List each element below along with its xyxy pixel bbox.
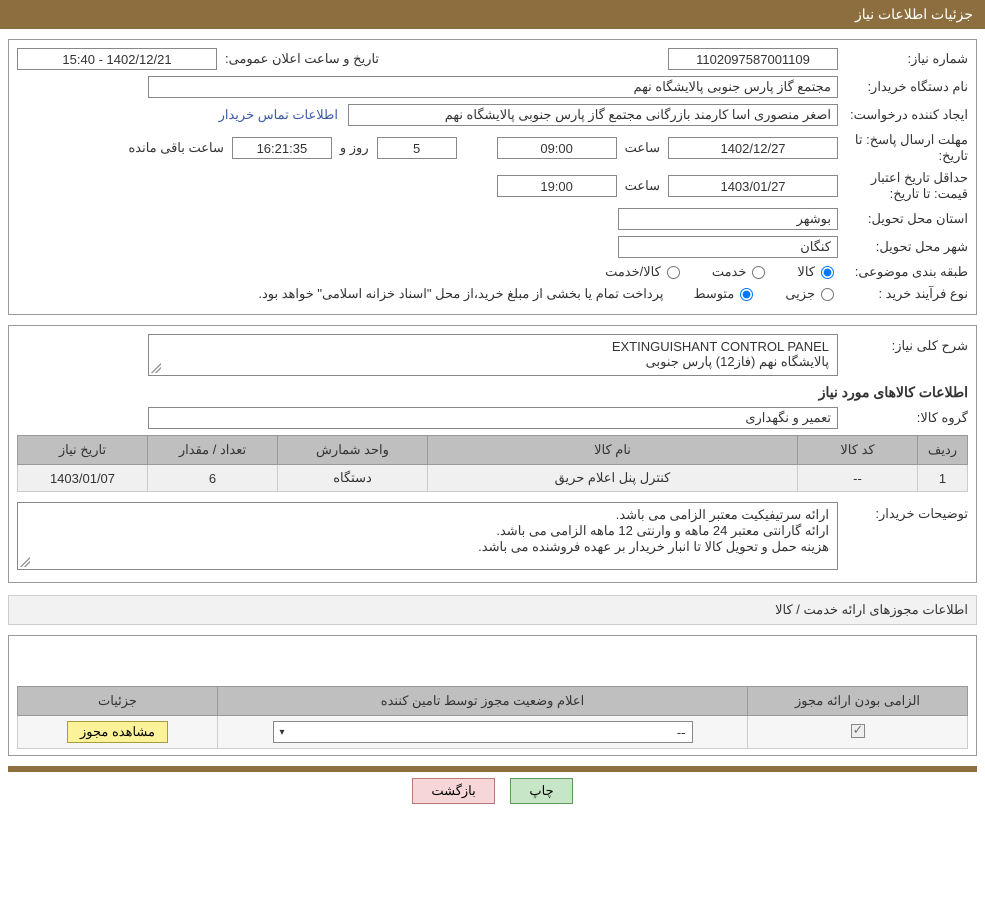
label-city: شهر محل تحویل:: [838, 239, 968, 255]
desc-line2: پالایشگاه نهم (فاز12) پارس جنوبی: [157, 354, 829, 370]
radio-medium[interactable]: [740, 288, 753, 301]
field-general-desc: EXTINGUISHANT CONTROL PANEL پالایشگاه نه…: [148, 334, 838, 376]
cell-qty: 6: [148, 465, 278, 492]
cell-mandatory: [748, 716, 968, 749]
buyer-contact-link[interactable]: اطلاعات تماس خریدار: [219, 107, 338, 123]
category-radios: کالا خدمت کالا/خدمت: [605, 264, 838, 280]
notes-line1: ارائه سرتیفیکیت معتبر الزامی می باشد.: [26, 507, 829, 523]
mandatory-checkbox[interactable]: [851, 724, 865, 738]
th-row: ردیف: [918, 436, 968, 465]
cell-details: مشاهده مجوز: [18, 716, 218, 749]
field-goods-group: تعمیر و نگهداری: [148, 407, 838, 429]
label-buyer-org: نام دستگاه خریدار:: [838, 79, 968, 95]
notes-line2: ارائه گارانتی معتبر 24 ماهه و وارنتی 12 …: [26, 523, 829, 539]
field-buyer-notes: ارائه سرتیفیکیت معتبر الزامی می باشد. ار…: [17, 502, 838, 570]
field-time-left: 16:21:35: [232, 137, 332, 159]
label-category: طبقه بندی موضوعی:: [838, 264, 968, 280]
radio-partial-label: جزیی: [785, 286, 815, 302]
field-city: کنگان: [618, 236, 838, 258]
label-hour-2: ساعت: [625, 178, 660, 194]
radio-medium-label: متوسط: [693, 286, 734, 302]
dropdown-value: --: [677, 725, 686, 740]
label-reply-deadline: مهلت ارسال پاسخ: تا تاریخ:: [838, 132, 968, 164]
cell-name: کنترل پنل اعلام حریق: [428, 465, 798, 492]
label-days-and: روز و: [340, 140, 369, 156]
th-mandatory: الزامی بودن ارائه مجوز: [748, 687, 968, 716]
radio-service-label: خدمت: [712, 264, 747, 280]
field-reply-time: 09:00: [497, 137, 617, 159]
chevron-down-icon: ▾: [280, 727, 285, 738]
th-name: نام کالا: [428, 436, 798, 465]
label-buyer-notes: توضیحات خریدار:: [838, 502, 968, 522]
cell-unit: دستگاه: [278, 465, 428, 492]
cell-need-date: 1403/01/07: [18, 465, 148, 492]
label-remaining: ساعت باقی مانده: [128, 140, 223, 156]
radio-goods-service-label: کالا/خدمت: [605, 264, 661, 280]
cell-code: --: [798, 465, 918, 492]
radio-partial[interactable]: [821, 288, 834, 301]
radio-service[interactable]: [752, 266, 765, 279]
payment-note: پرداخت تمام یا بخشی از مبلغ خرید،از محل …: [258, 286, 663, 302]
label-purchase-type: نوع فرآیند خرید :: [838, 286, 968, 302]
purchase-type-radios: جزیی متوسط: [693, 286, 838, 302]
field-province: بوشهر: [618, 208, 838, 230]
page-header: جزئیات اطلاعات نیاز: [0, 0, 985, 29]
field-reply-date: 1402/12/27: [668, 137, 838, 159]
field-buyer-org: مجتمع گاز پارس جنوبی پالایشگاه نهم: [148, 76, 838, 98]
description-panel: شرح کلی نیاز: EXTINGUISHANT CONTROL PANE…: [8, 325, 977, 583]
main-info-panel: شماره نیاز: 1102097587001109 تاریخ و ساع…: [8, 39, 977, 315]
resize-handle-icon[interactable]: [20, 557, 30, 567]
field-validity-time: 19:00: [497, 175, 617, 197]
label-goods-group: گروه کالا:: [838, 410, 968, 426]
licenses-panel: الزامی بودن ارائه مجوز اعلام وضعیت مجوز …: [8, 635, 977, 756]
table-row: 1 -- کنترل پنل اعلام حریق دستگاه 6 1403/…: [18, 465, 968, 492]
back-button[interactable]: بازگشت: [412, 778, 494, 804]
license-table: الزامی بودن ارائه مجوز اعلام وضعیت مجوز …: [17, 686, 968, 749]
field-validity-date: 1403/01/27: [668, 175, 838, 197]
footer-buttons: چاپ بازگشت: [0, 778, 985, 804]
licenses-title: اطلاعات مجوزهای ارائه خدمت / کالا: [775, 602, 968, 617]
th-need-date: تاریخ نیاز: [18, 436, 148, 465]
field-requester: اصغر منصوری اسا کارمند بازرگانی مجتمع گا…: [348, 104, 838, 126]
label-general-desc: شرح کلی نیاز:: [838, 334, 968, 354]
label-announce-dt: تاریخ و ساعت اعلان عمومی:: [225, 51, 379, 67]
field-announce-dt: 1402/12/21 - 15:40: [17, 48, 217, 70]
cell-status: -- ▾: [218, 716, 748, 749]
label-requester: ایجاد کننده درخواست:: [838, 107, 968, 123]
label-need-no: شماره نیاز:: [838, 51, 968, 67]
page-title: جزئیات اطلاعات نیاز: [855, 6, 973, 22]
licenses-header: اطلاعات مجوزهای ارائه خدمت / کالا: [8, 595, 977, 625]
cell-row: 1: [918, 465, 968, 492]
notes-line3: هزینه حمل و تحویل کالا تا انبار خریدار ب…: [26, 539, 829, 555]
license-row: -- ▾ مشاهده مجوز: [18, 716, 968, 749]
view-license-button[interactable]: مشاهده مجوز: [67, 721, 168, 743]
items-section-title: اطلاعات کالاهای مورد نیاز: [17, 384, 968, 401]
status-dropdown[interactable]: -- ▾: [273, 721, 693, 743]
radio-goods[interactable]: [821, 266, 834, 279]
radio-goods-service[interactable]: [667, 266, 680, 279]
label-hour-1: ساعت: [625, 140, 660, 156]
th-code: کد کالا: [798, 436, 918, 465]
th-unit: واحد شمارش: [278, 436, 428, 465]
field-days-left: 5: [377, 137, 457, 159]
resize-handle-icon[interactable]: [151, 363, 161, 373]
label-province: استان محل تحویل:: [838, 211, 968, 227]
items-table: ردیف کد کالا نام کالا واحد شمارش تعداد /…: [17, 435, 968, 492]
field-need-no: 1102097587001109: [668, 48, 838, 70]
desc-line1: EXTINGUISHANT CONTROL PANEL: [157, 339, 829, 354]
th-details: جزئیات: [18, 687, 218, 716]
footer-divider: [8, 766, 977, 772]
radio-goods-label: کالا: [797, 264, 815, 280]
label-price-validity: حداقل تاریخ اعتبار قیمت: تا تاریخ:: [838, 170, 968, 202]
print-button[interactable]: چاپ: [510, 778, 572, 804]
th-qty: تعداد / مقدار: [148, 436, 278, 465]
th-status: اعلام وضعیت مجوز توسط تامین کننده: [218, 687, 748, 716]
